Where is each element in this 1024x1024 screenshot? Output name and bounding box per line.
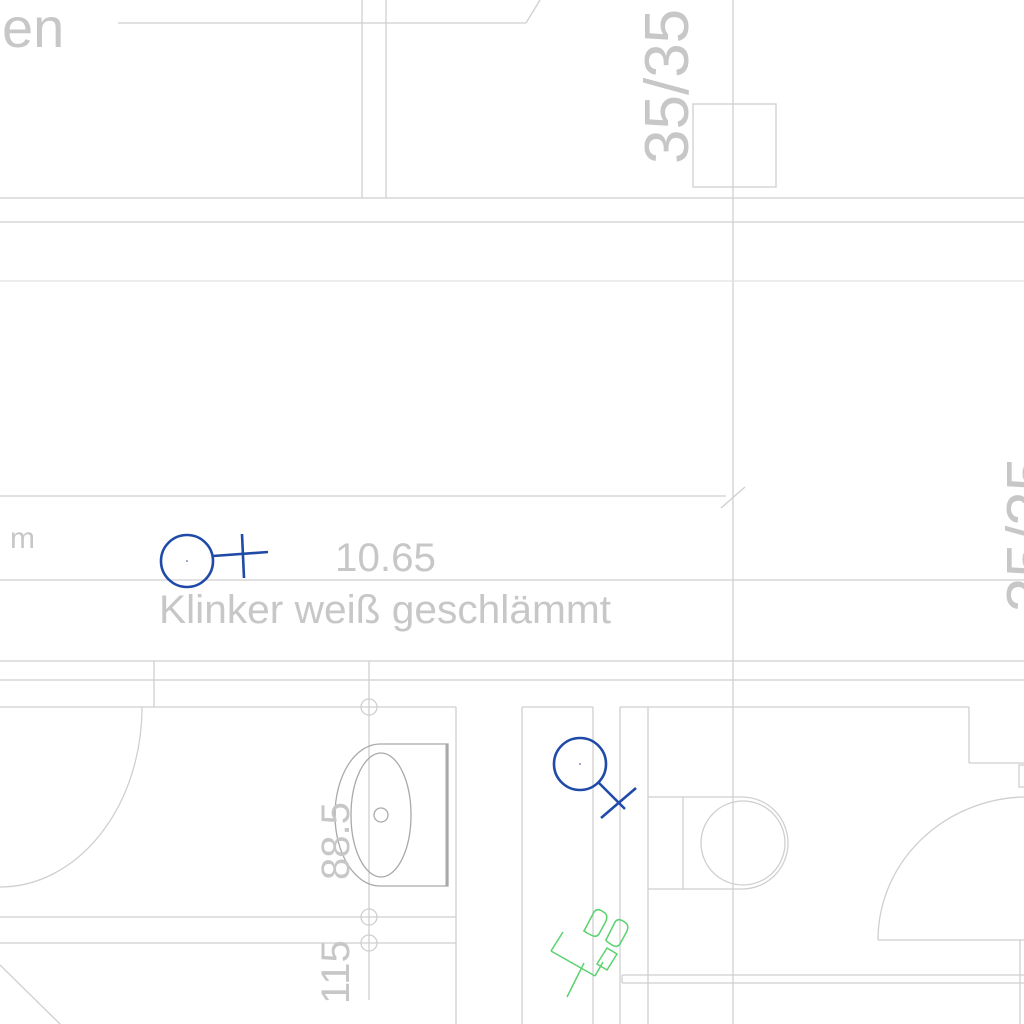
male-symbol-icon	[159, 533, 269, 589]
column-size-label-right: 35/35	[995, 457, 1024, 612]
fixture-symbol-icon	[550, 908, 629, 998]
unit-label: m	[10, 522, 35, 555]
area-value-label: 10.65	[335, 536, 436, 580]
female-symbol-icon	[552, 736, 637, 819]
column-size-label: 35/35	[633, 9, 702, 164]
wall-lines	[0, 0, 1024, 1024]
floor-plan-drawing: en 35/35 35/35 m 10.65 Klinker weiß gesc…	[0, 0, 1024, 1024]
basin-dimension-label: 88.5	[314, 802, 358, 880]
floor-plan-canvas: en 35/35 35/35 m 10.65 Klinker weiß gesc…	[0, 0, 1024, 1024]
room-name-label: en	[2, 0, 64, 59]
bottom-dimension-label: 115	[314, 940, 358, 1004]
floor-finish-label: Klinker weiß geschlämmt	[159, 588, 611, 632]
